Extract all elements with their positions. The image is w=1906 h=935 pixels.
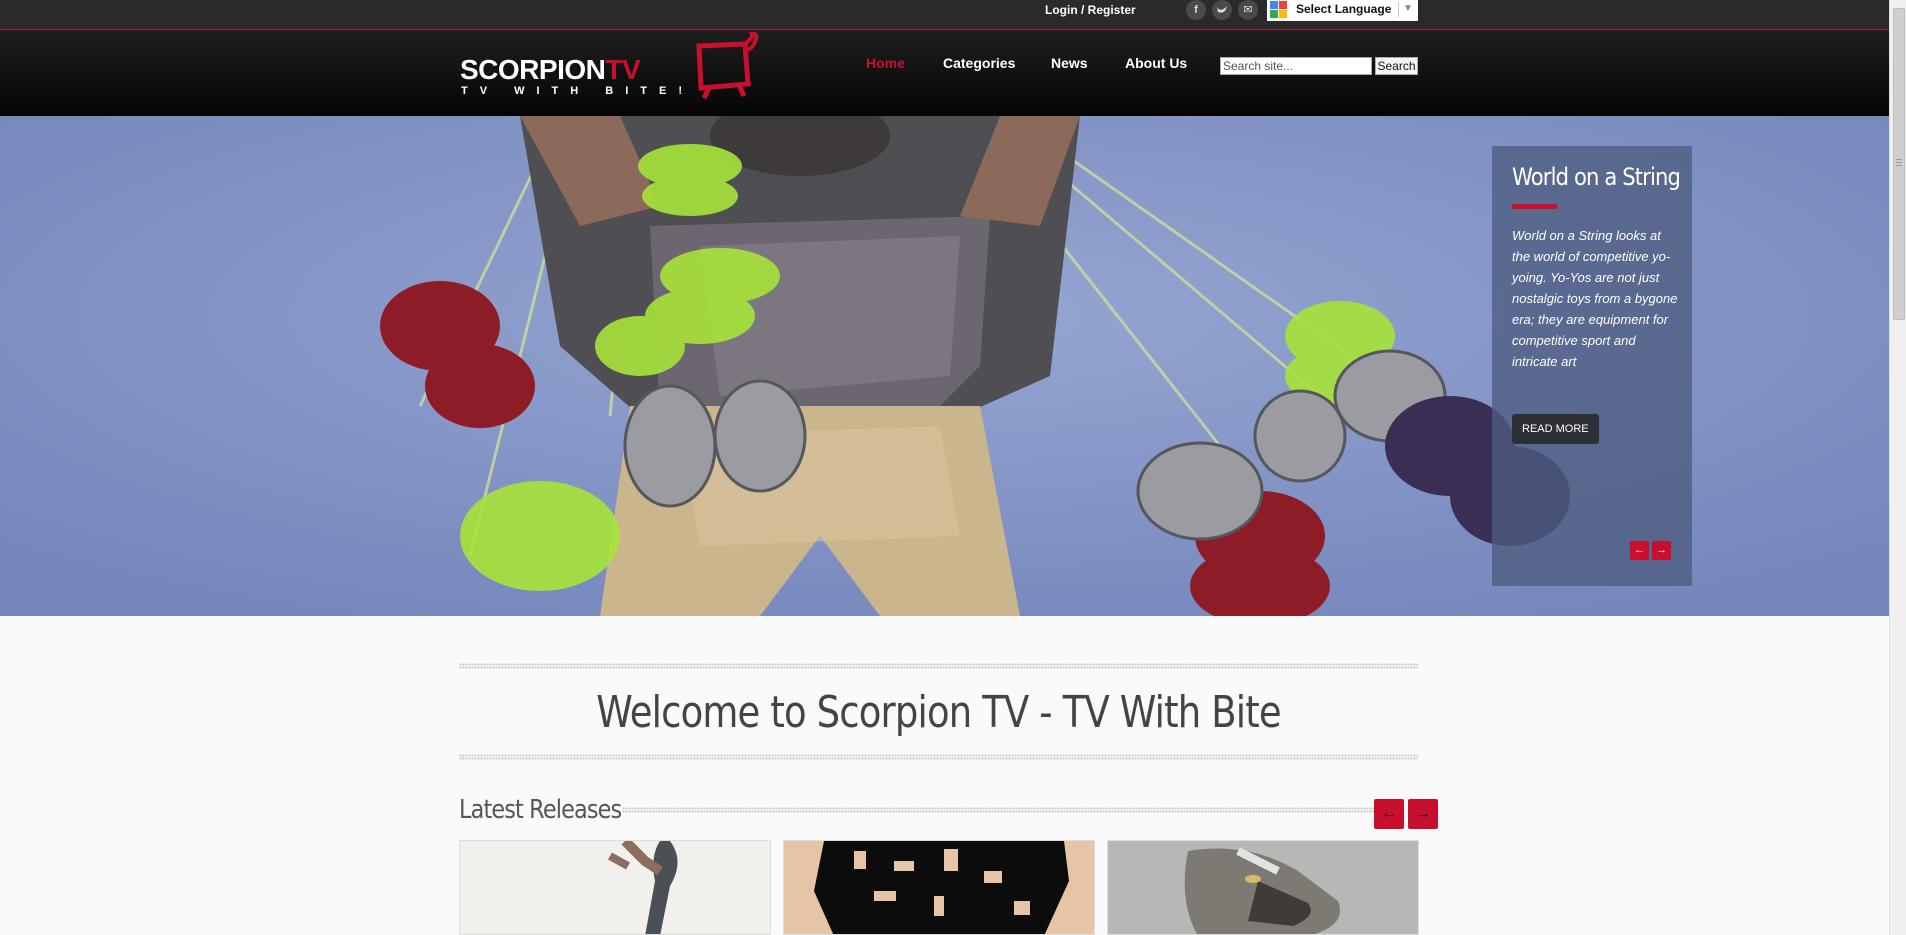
language-divider	[1398, 2, 1399, 17]
release-thumbnail-image	[784, 841, 1094, 934]
divider-top	[459, 663, 1418, 669]
carousel-next-button[interactable]: →	[1408, 799, 1438, 829]
release-thumbnail[interactable]	[783, 840, 1095, 935]
top-bar: Login / Register f ✉ Select Language ▼	[0, 0, 1889, 30]
carousel-prev-button[interactable]: ←	[1374, 799, 1404, 829]
google-translate-icon	[1270, 1, 1287, 18]
hero-slider: World on a String World on a String look…	[0, 116, 1889, 616]
logo-text: SCORPION	[460, 54, 606, 85]
slide-caption-panel: World on a String World on a String look…	[1492, 146, 1692, 586]
vertical-scrollbar[interactable]	[1889, 0, 1906, 935]
nav-categories[interactable]: Categories	[943, 55, 1015, 71]
nav-news[interactable]: News	[1051, 55, 1088, 71]
nav-home[interactable]: Home	[866, 55, 905, 71]
slide-title: World on a String	[1512, 163, 1681, 191]
language-select[interactable]: Select Language ▼	[1267, 0, 1418, 21]
nav-about-us[interactable]: About Us	[1125, 55, 1187, 71]
email-icon[interactable]: ✉	[1238, 0, 1258, 20]
release-thumbnail-image	[460, 841, 770, 934]
search-button[interactable]: Search	[1375, 57, 1418, 75]
site-header: SCORPIONTV TV WITH BITE! Home Categories…	[0, 30, 1889, 116]
search-input[interactable]	[1220, 57, 1372, 75]
chevron-down-icon: ▼	[1403, 3, 1413, 14]
logo-tagline: TV WITH BITE!	[461, 85, 694, 97]
facebook-icon[interactable]: f	[1186, 0, 1206, 20]
scrollbar-thumb[interactable]	[1893, 8, 1905, 320]
release-thumbnail[interactable]	[1107, 840, 1419, 935]
tv-scorpion-logo-icon	[696, 32, 759, 100]
slide-next-button[interactable]: →	[1652, 541, 1671, 560]
latest-releases-title: Latest Releases	[459, 795, 622, 825]
slide-title-underline	[1512, 204, 1557, 209]
login-register-link[interactable]: Login / Register	[1045, 3, 1136, 17]
logo-tv-text: TV	[605, 54, 641, 85]
slide-description: World on a String looks at the world of …	[1512, 228, 1678, 369]
divider-bottom	[459, 754, 1418, 760]
welcome-heading: Welcome to Scorpion TV - TV With Bite	[596, 687, 1281, 738]
language-select-label: Select Language	[1296, 2, 1392, 16]
slide-prev-button[interactable]: ←	[1630, 541, 1649, 560]
twitter-icon[interactable]	[1212, 0, 1232, 20]
site-logo[interactable]: SCORPIONTV	[460, 54, 641, 85]
read-more-button[interactable]: READ MORE	[1512, 414, 1599, 444]
latest-releases-rule	[622, 807, 1376, 813]
release-thumbnail[interactable]	[459, 840, 771, 935]
release-thumbnail-image	[1108, 841, 1418, 934]
